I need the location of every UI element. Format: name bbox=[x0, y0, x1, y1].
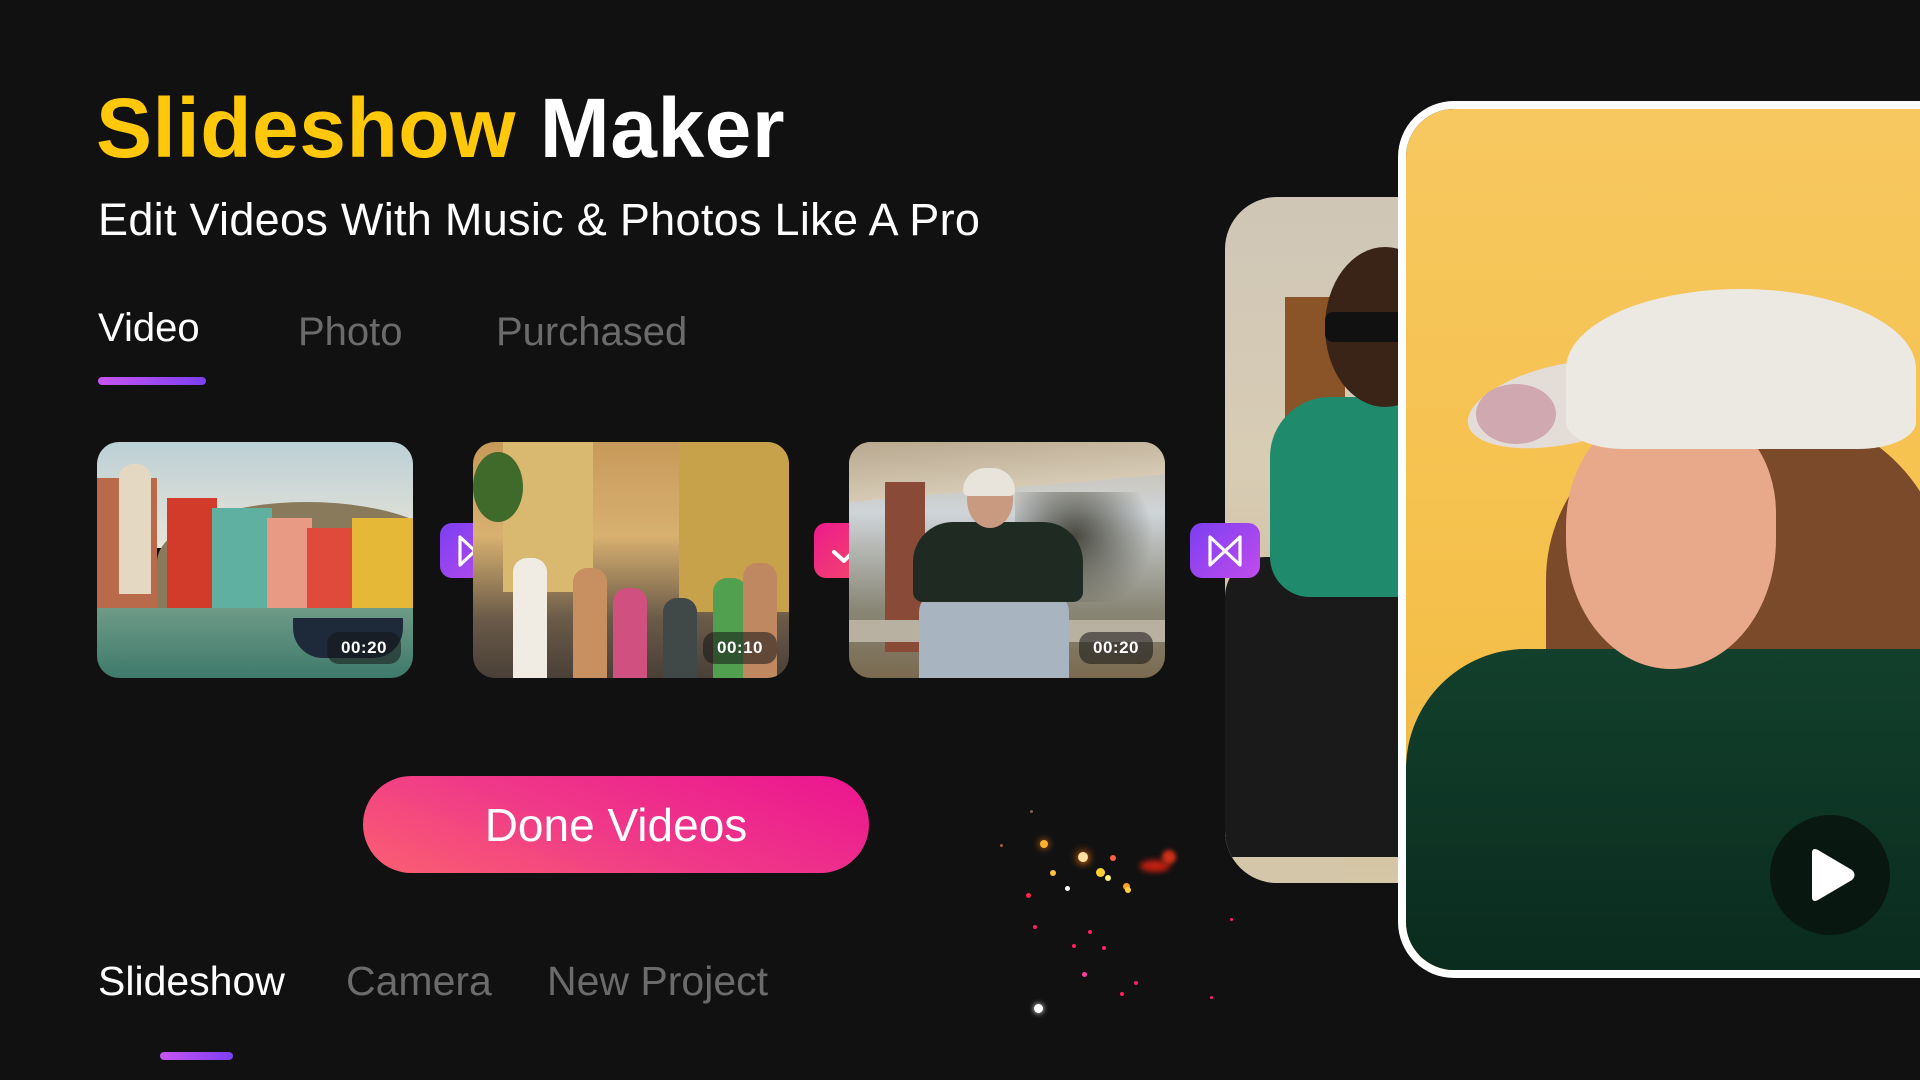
clip-duration: 00:10 bbox=[703, 632, 777, 664]
tab-purchased[interactable]: Purchased bbox=[496, 310, 687, 355]
transition-button[interactable] bbox=[1190, 523, 1260, 578]
tab-photo[interactable]: Photo bbox=[298, 310, 403, 355]
nav-camera[interactable]: Camera bbox=[346, 958, 492, 1005]
tab-video[interactable]: Video bbox=[98, 306, 200, 351]
nav-new-project[interactable]: New Project bbox=[547, 958, 768, 1005]
app-title-rest: Maker bbox=[539, 81, 786, 175]
app-title-accent: Slideshow bbox=[96, 81, 516, 175]
clip-duration: 00:20 bbox=[1079, 632, 1153, 664]
bottom-navigation: Slideshow Camera New Project bbox=[98, 958, 858, 1068]
play-button[interactable] bbox=[1770, 815, 1890, 935]
transition-icon bbox=[1208, 534, 1242, 567]
clip-thumbnail[interactable]: 00:20 bbox=[97, 442, 413, 678]
play-icon bbox=[1812, 849, 1855, 901]
done-videos-button[interactable]: Done Videos bbox=[363, 776, 869, 873]
nav-slideshow[interactable]: Slideshow bbox=[98, 958, 285, 1005]
clip-thumbnail[interactable]: 00:10 bbox=[473, 442, 789, 678]
app-title: Slideshow Maker bbox=[96, 80, 785, 177]
sparkle-decoration bbox=[900, 720, 1240, 1080]
app-subtitle: Edit Videos With Music & Photos Like A P… bbox=[98, 194, 981, 245]
clip-duration: 00:20 bbox=[327, 632, 401, 664]
active-nav-indicator bbox=[160, 1052, 233, 1060]
active-tab-indicator bbox=[98, 377, 206, 385]
clip-thumbnail[interactable]: 00:20 bbox=[849, 442, 1165, 678]
